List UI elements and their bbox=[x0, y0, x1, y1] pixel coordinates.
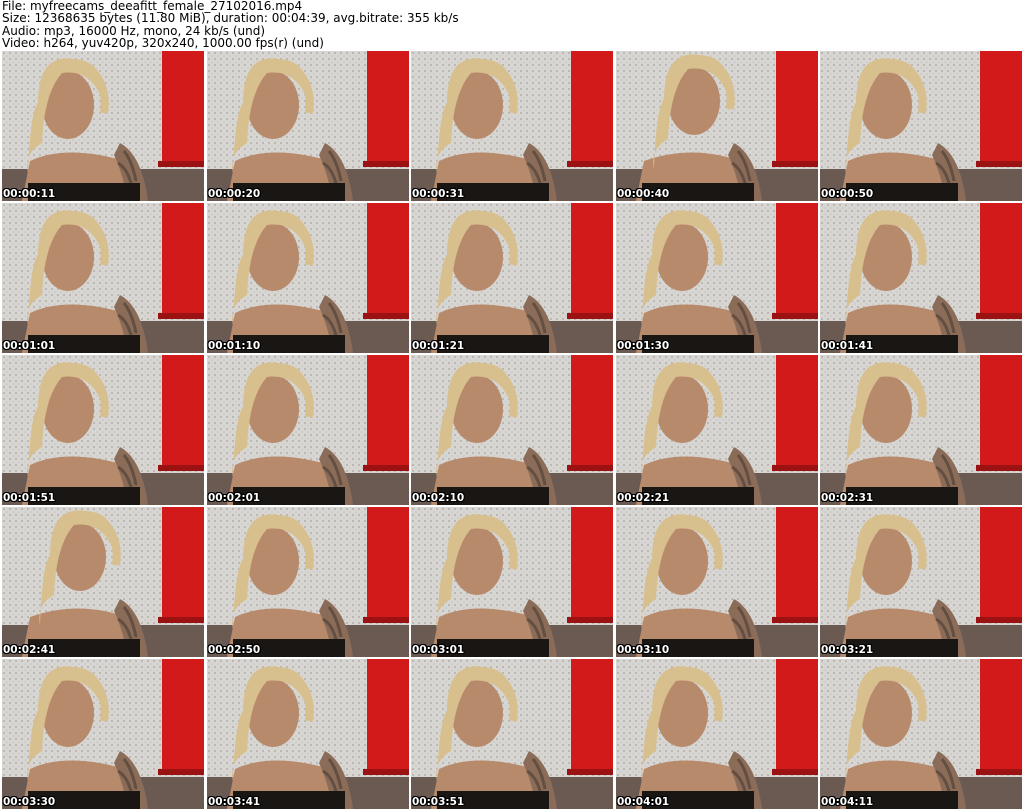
frame-timestamp: 00:02:10 bbox=[412, 492, 465, 504]
frame-timestamp: 00:03:30 bbox=[3, 796, 56, 808]
video-frame-thumbnail: 00:01:51 bbox=[2, 355, 204, 505]
frame-timestamp: 00:01:30 bbox=[617, 340, 670, 352]
file-size-line: Size: 12368635 bytes (11.80 MiB), durati… bbox=[2, 11, 459, 26]
video-frame-thumbnail: 00:01:10 bbox=[207, 203, 409, 353]
frame-timestamp: 00:00:50 bbox=[821, 188, 874, 200]
frame-timestamp: 00:02:50 bbox=[208, 644, 261, 656]
frame-timestamp: 00:02:01 bbox=[208, 492, 261, 504]
frame-timestamp: 00:03:41 bbox=[208, 796, 261, 808]
video-frame-thumbnail: 00:04:11 bbox=[820, 659, 1022, 809]
video-frame-thumbnail: 00:02:41 bbox=[2, 507, 204, 657]
video-frame-thumbnail: 00:03:30 bbox=[2, 659, 204, 809]
frame-timestamp: 00:01:01 bbox=[3, 340, 56, 352]
frame-timestamp: 00:02:21 bbox=[617, 492, 670, 504]
video-frame-thumbnail: 00:03:41 bbox=[207, 659, 409, 809]
frame-timestamp: 00:04:01 bbox=[617, 796, 670, 808]
frame-timestamp: 00:01:51 bbox=[3, 492, 56, 504]
frame-timestamp: 00:01:41 bbox=[821, 340, 874, 352]
frame-timestamp: 00:00:11 bbox=[3, 188, 56, 200]
video-frame-thumbnail: 00:01:01 bbox=[2, 203, 204, 353]
video-frame-thumbnail: 00:00:31 bbox=[411, 51, 613, 201]
frame-timestamp: 00:00:40 bbox=[617, 188, 670, 200]
video-frame-thumbnail: 00:02:50 bbox=[207, 507, 409, 657]
frame-timestamp: 00:04:11 bbox=[821, 796, 874, 808]
frame-timestamp: 00:03:51 bbox=[412, 796, 465, 808]
frame-timestamp: 00:03:21 bbox=[821, 644, 874, 656]
frame-timestamp: 00:00:31 bbox=[412, 188, 465, 200]
video-frame-thumbnail: 00:00:50 bbox=[820, 51, 1022, 201]
frame-timestamp: 00:03:10 bbox=[617, 644, 670, 656]
video-frame-thumbnail: 00:02:31 bbox=[820, 355, 1022, 505]
frame-timestamp: 00:02:41 bbox=[3, 644, 56, 656]
video-info-line: Video: h264, yuv420p, 320x240, 1000.00 f… bbox=[2, 35, 324, 50]
frame-timestamp: 00:03:01 bbox=[412, 644, 465, 656]
frame-timestamp: 00:01:10 bbox=[208, 340, 261, 352]
frame-timestamp: 00:02:31 bbox=[821, 492, 874, 504]
video-frame-thumbnail: 00:00:20 bbox=[207, 51, 409, 201]
video-frame-thumbnail: 00:00:11 bbox=[2, 51, 204, 201]
video-frame-thumbnail: 00:02:01 bbox=[207, 355, 409, 505]
video-frame-thumbnail: 00:02:10 bbox=[411, 355, 613, 505]
frame-timestamp: 00:01:21 bbox=[412, 340, 465, 352]
file-info-header: File: myfreecams_deeafitt_female_2710201… bbox=[2, 0, 1022, 50]
video-frame-thumbnail: 00:03:51 bbox=[411, 659, 613, 809]
thumbnail-grid: 00:00:11 00:00:20 00:00:31 00:00:40 00:0… bbox=[2, 51, 1022, 809]
video-frame-thumbnail: 00:00:40 bbox=[616, 51, 818, 201]
video-frame-thumbnail: 00:01:41 bbox=[820, 203, 1022, 353]
video-frame-thumbnail: 00:04:01 bbox=[616, 659, 818, 809]
video-frame-thumbnail: 00:03:01 bbox=[411, 507, 613, 657]
video-frame-thumbnail: 00:03:21 bbox=[820, 507, 1022, 657]
frame-timestamp: 00:00:20 bbox=[208, 188, 261, 200]
video-frame-thumbnail: 00:02:21 bbox=[616, 355, 818, 505]
video-frame-thumbnail: 00:01:21 bbox=[411, 203, 613, 353]
video-frame-thumbnail: 00:01:30 bbox=[616, 203, 818, 353]
video-frame-thumbnail: 00:03:10 bbox=[616, 507, 818, 657]
